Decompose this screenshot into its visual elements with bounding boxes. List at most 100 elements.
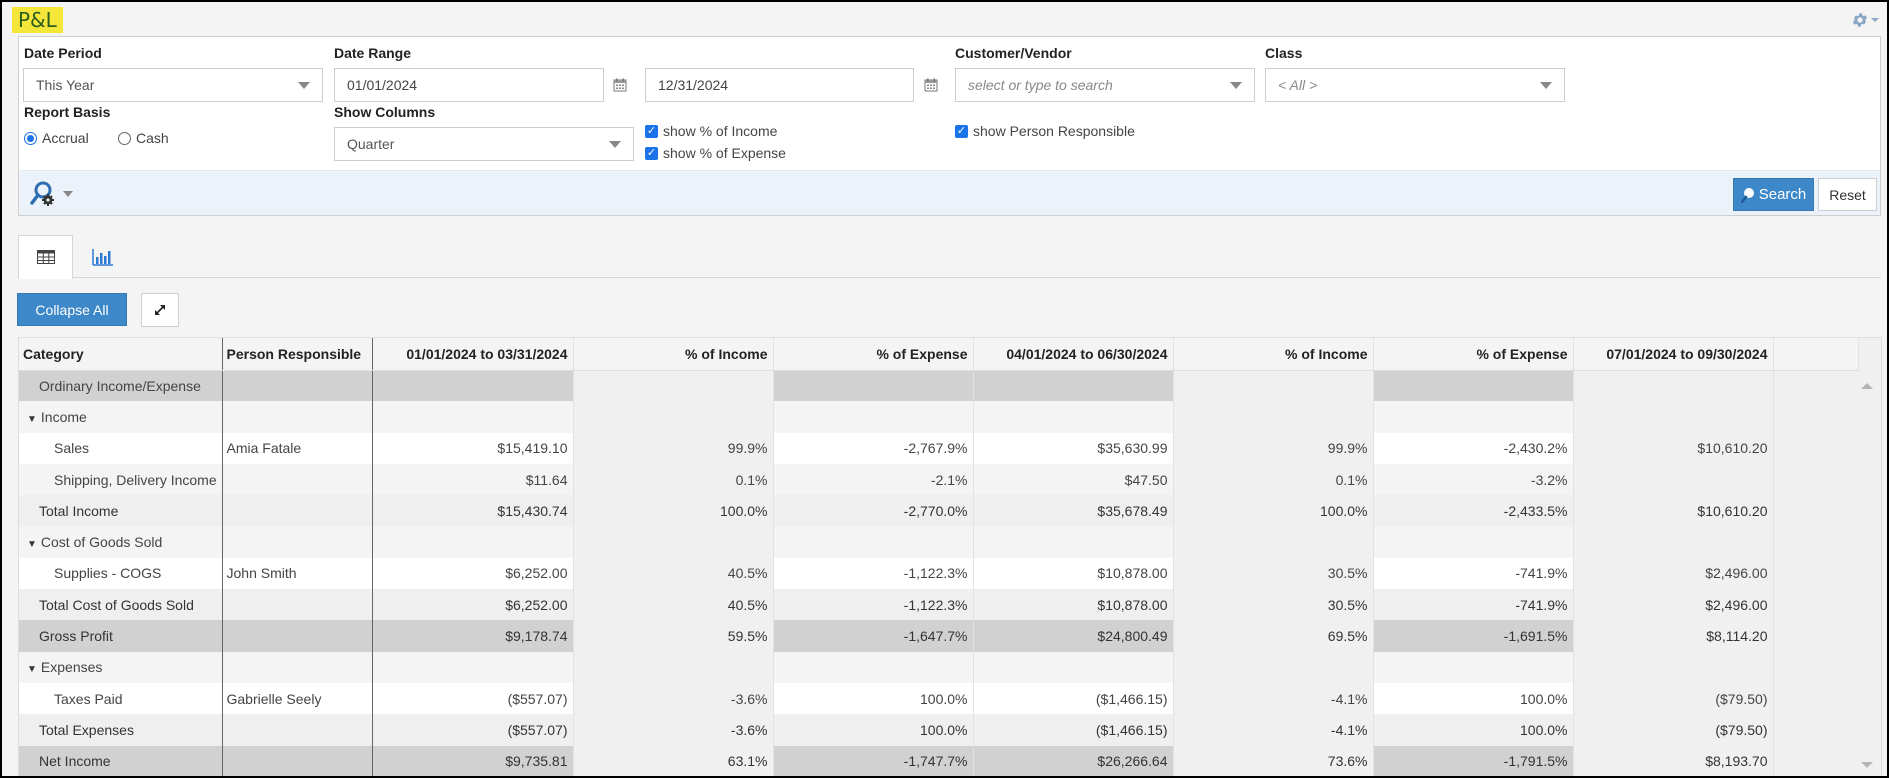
table-row[interactable]: Total Income $15,430.74 100.0% -2,770.0% $35…	[19, 495, 1858, 527]
column-header-q1-pct-expense[interactable]: % of Expense	[773, 338, 974, 371]
value-cell: ($1,466.15)	[973, 714, 1174, 746]
value-cell	[573, 526, 774, 558]
radio-accrual[interactable]: Accrual	[24, 130, 89, 146]
value-cell: ($557.07)	[372, 714, 574, 746]
calendar-icon[interactable]	[924, 78, 938, 92]
show-columns-select[interactable]: Quarter	[334, 127, 634, 161]
value-cell	[773, 370, 974, 402]
column-header-q2-pct-income[interactable]: % of Income	[1173, 338, 1374, 371]
table-row[interactable]: Taxes Paid Gabrielle Seely ($557.07) -3.6% 1…	[19, 682, 1858, 715]
collapse-toggle-icon[interactable]: ▼	[27, 414, 37, 425]
category-label: Ordinary Income/Expense	[39, 377, 201, 394]
date-to-input[interactable]: 12/31/2024	[645, 68, 914, 102]
value-cell: -741.9%	[1373, 589, 1574, 621]
category-label: Supplies - COGS	[54, 565, 162, 582]
tab-table-view[interactable]	[18, 235, 73, 279]
value-cell	[773, 526, 974, 558]
radio-unselected-icon	[118, 131, 131, 145]
search-button-label: Search	[1758, 186, 1807, 203]
checkbox-show-pct-expense[interactable]: ✓ show % of Expense	[645, 145, 786, 161]
date-from-value: 01/01/2024	[347, 77, 418, 93]
radio-accrual-label: Accrual	[42, 130, 89, 146]
scroll-down-arrow-icon[interactable]	[1861, 762, 1873, 768]
collapse-toggle-icon[interactable]: ▼	[27, 664, 37, 675]
dropdown-arrow-icon	[1540, 82, 1552, 89]
category-label: Gross Profit	[39, 628, 113, 645]
value-cell: 69.5%	[1173, 620, 1374, 652]
value-cell: 100.0%	[573, 495, 774, 527]
value-cell	[1573, 526, 1774, 558]
blank-cell	[1773, 557, 1858, 590]
value-cell: 40.5%	[573, 589, 774, 621]
tab-chart-view[interactable]	[75, 235, 130, 278]
value-cell: $8,114.20	[1573, 620, 1774, 652]
category-cell[interactable]: ▼ Income	[19, 401, 223, 433]
gear-icon	[1852, 13, 1868, 27]
value-cell: -3.2%	[1373, 463, 1574, 496]
scroll-up-arrow-icon[interactable]	[1861, 383, 1873, 389]
customer-vendor-select[interactable]: select or type to search	[955, 68, 1255, 102]
search-button[interactable]: Search	[1733, 178, 1814, 211]
column-header-category[interactable]: Category	[19, 338, 223, 371]
column-header-person-responsible[interactable]: Person Responsible	[222, 338, 373, 371]
class-select[interactable]: < All >	[1265, 68, 1565, 102]
search-icon	[1740, 187, 1754, 203]
column-header-q1[interactable]: 01/01/2024 to 03/31/2024	[372, 338, 574, 371]
filter-panel: Date Period Date Range Customer/Vendor C…	[18, 36, 1881, 216]
advanced-search-menu[interactable]	[29, 180, 73, 208]
table-row[interactable]: Net Income $9,735.81 63.1% -1,747.7% $26,266…	[19, 745, 1858, 776]
radio-cash[interactable]: Cash	[118, 130, 169, 146]
show-columns-label: Show Columns	[334, 104, 436, 120]
show-columns-value: Quarter	[347, 136, 395, 152]
category-cell[interactable]: ▼ Cost of Goods Sold	[19, 526, 223, 558]
table-row[interactable]: Total Expenses ($557.07) -3.6% 100.0% ($1,46…	[19, 714, 1858, 746]
value-cell	[1573, 401, 1774, 433]
value-cell: ($79.50)	[1573, 714, 1774, 746]
radio-cash-label: Cash	[136, 130, 169, 146]
table-row[interactable]: Ordinary Income/Expense	[19, 370, 1858, 402]
date-from-input[interactable]: 01/01/2024	[334, 68, 604, 102]
column-header-q2-pct-expense[interactable]: % of Expense	[1373, 338, 1574, 371]
table-row[interactable]: Sales Amia Fatale $15,419.10 99.9% -2,767.9%…	[19, 432, 1858, 464]
category-label: Sales	[54, 440, 90, 457]
date-period-select[interactable]: This Year	[23, 68, 323, 102]
category-label: Total Income	[39, 502, 119, 519]
expand-arrows-icon	[155, 305, 165, 315]
checkbox-show-person-responsible-label: show Person Responsible	[973, 123, 1135, 139]
expand-fullscreen-button[interactable]	[141, 293, 179, 327]
category-cell[interactable]: ▼ Expenses	[19, 651, 223, 683]
category-label: Cost of Goods Sold	[40, 534, 163, 551]
value-cell	[372, 651, 574, 683]
column-header-q1-pct-income[interactable]: % of Income	[573, 338, 774, 371]
collapse-all-button[interactable]: Collapse All	[17, 293, 127, 326]
value-cell	[1573, 463, 1774, 496]
value-cell: 59.5%	[573, 620, 774, 652]
category-label: Shipping, Delivery Income	[54, 471, 217, 488]
calendar-icon[interactable]	[613, 78, 627, 92]
view-tabs	[18, 235, 1881, 279]
category-label: Expenses	[40, 659, 103, 676]
collapse-toggle-icon[interactable]: ▼	[27, 539, 37, 550]
table-row[interactable]: Gross Profit $9,178.74 59.5% -1,647.7% $24,8…	[19, 620, 1858, 652]
blank-cell	[1773, 463, 1858, 496]
column-header-q2[interactable]: 04/01/2024 to 06/30/2024	[973, 338, 1174, 371]
column-header-q3[interactable]: 07/01/2024 to 09/30/2024	[1573, 338, 1774, 371]
value-cell	[1573, 651, 1774, 683]
value-cell: $10,610.20	[1573, 432, 1774, 464]
table-row[interactable]: Shipping, Delivery Income $11.64 0.1% -2.1%…	[19, 463, 1858, 496]
reset-button[interactable]: Reset	[1818, 178, 1877, 211]
value-cell: -2,770.0%	[773, 495, 974, 527]
checkbox-show-pct-income[interactable]: ✓ show % of Income	[645, 123, 777, 139]
vertical-scrollbar[interactable]	[1857, 338, 1881, 776]
table-row[interactable]: Supplies - COGS John Smith $6,252.00 40.5% -…	[19, 557, 1858, 590]
settings-menu[interactable]	[1851, 11, 1879, 29]
blank-cell	[1773, 745, 1858, 776]
value-cell	[1173, 370, 1374, 402]
table-row[interactable]: ▼ Cost of Goods Sold	[19, 526, 1858, 558]
category-cell: Sales	[19, 432, 223, 464]
table-row[interactable]: Total Cost of Goods Sold $6,252.00 40.5% -1…	[19, 589, 1858, 621]
category-label: Total Cost of Goods Sold	[39, 596, 194, 613]
checkbox-show-person-responsible[interactable]: ✓ show Person Responsible	[955, 123, 1135, 139]
table-row[interactable]: ▼ Expenses	[19, 651, 1858, 683]
table-row[interactable]: ▼ Income	[19, 401, 1858, 433]
